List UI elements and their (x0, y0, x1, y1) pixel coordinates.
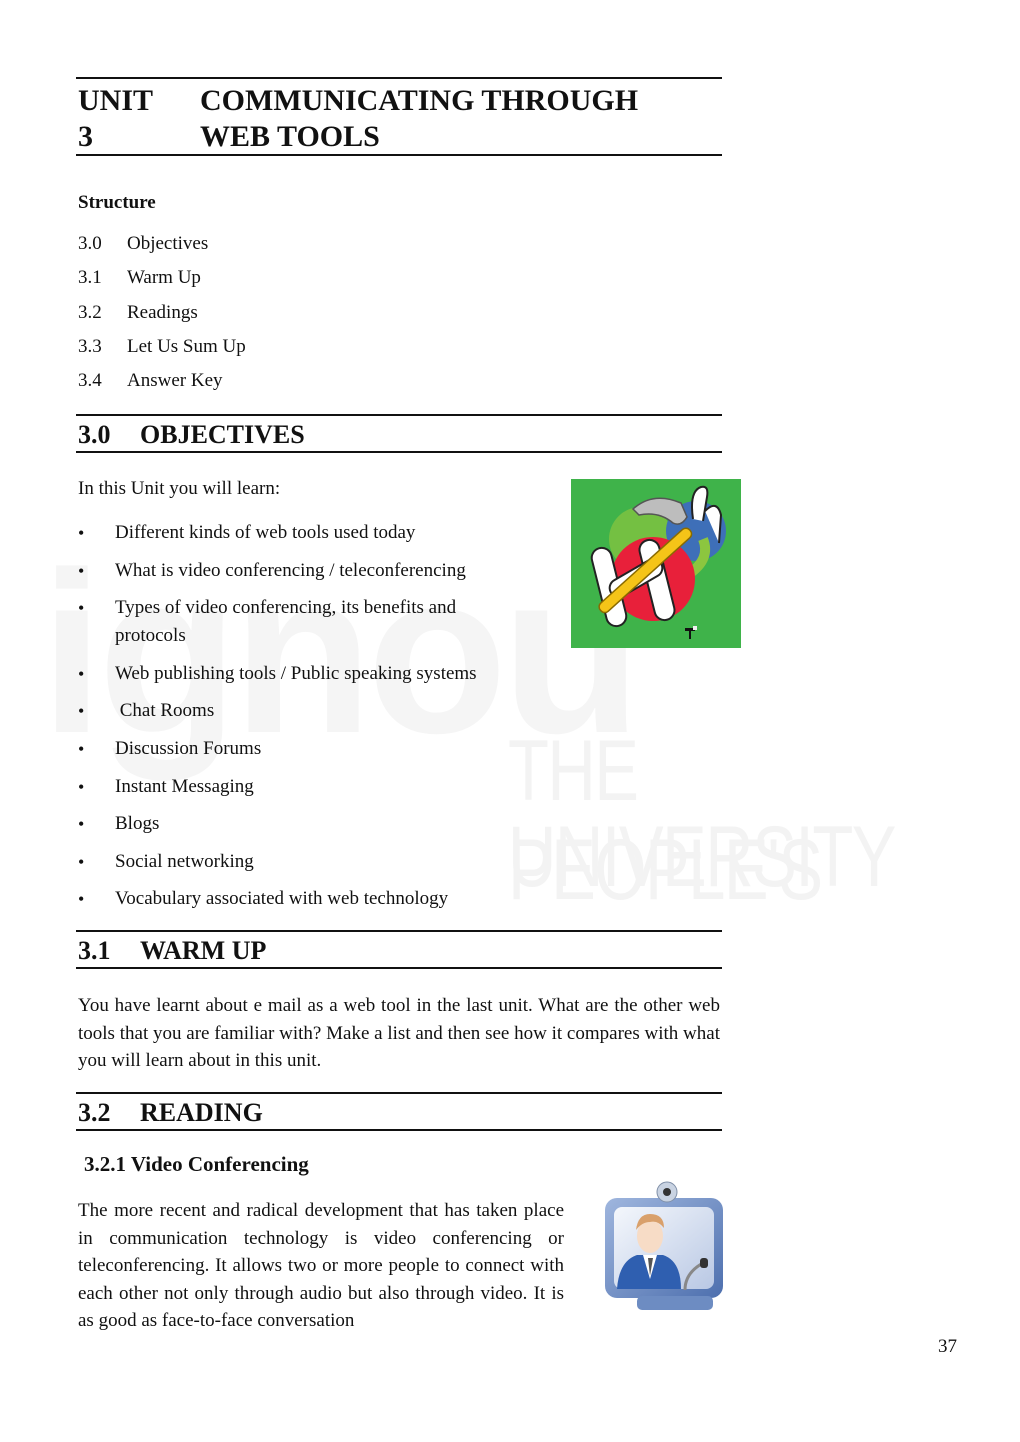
section-number: 3.0 (78, 420, 111, 449)
list-item: Web publishing tools / Public speaking s… (78, 660, 535, 688)
unit-number: UNIT 3 (78, 84, 153, 153)
video-conference-icon (605, 1181, 723, 1310)
divider (76, 930, 722, 932)
divider (76, 1129, 722, 1131)
watermark-line2: UNIVERSITY (508, 809, 897, 905)
reading-paragraph: The more recent and radical development … (78, 1200, 564, 1331)
toc-item-label: Readings (127, 301, 198, 323)
list-item: Discussion Forums (78, 735, 535, 763)
toc-item-number: 3.2 (78, 301, 102, 323)
list-item: What is video conferencing / teleconfere… (78, 557, 535, 585)
toc-item-label: Objectives (127, 233, 209, 254)
objectives-list: Different kinds of web tools used today … (78, 519, 535, 923)
divider (76, 414, 722, 416)
toc-item-label: Let Us Sum Up (127, 335, 246, 357)
watermark-line1: THE PEOPLE'S (508, 723, 823, 918)
section-title: OBJECTIVES (140, 420, 305, 449)
section-heading-warm-up: 3.1 WARM UP (78, 936, 266, 966)
toc-item-label: Warm Up (127, 267, 201, 289)
list-item: Social networking (78, 848, 535, 876)
list-item: Instant Messaging (78, 773, 535, 801)
list-item: Chat Rooms (78, 697, 535, 725)
toc-item-number: 3.4 (78, 370, 102, 392)
objectives-intro: In this Unit you will learn: (78, 478, 281, 499)
divider (76, 967, 722, 969)
section-title: READING (140, 1098, 263, 1127)
divider (76, 451, 722, 453)
toc-item-label: Answer Key (127, 370, 223, 392)
section-heading-reading: 3.2 READING (78, 1098, 263, 1128)
warm-up-paragraph: You have learnt about e mail as a web to… (78, 995, 720, 1071)
divider (76, 77, 722, 79)
list-item: Vocabulary associated with web technolog… (78, 885, 535, 913)
page-number: 37 (938, 1336, 957, 1357)
structure-heading: Structure (78, 192, 156, 213)
divider (76, 154, 722, 156)
divider (76, 1092, 722, 1094)
list-item: Different kinds of web tools used today (78, 519, 535, 547)
toc-item-number: 3.0 (78, 233, 102, 254)
list-item: Blogs (78, 810, 535, 838)
section-title: WARM UP (140, 936, 267, 965)
section-number: 3.1 (78, 936, 111, 965)
section-heading-objectives: 3.0 OBJECTIVES (78, 420, 305, 450)
list-item: Types of video conferencing, its benefit… (78, 594, 515, 650)
subsection-heading: 3.2.1 Video Conferencing (84, 1152, 309, 1176)
toc-item-number: 3.3 (78, 335, 102, 357)
video-conference-monitor (585, 1178, 725, 1318)
unit-title-line2: WEB TOOLS (200, 120, 380, 153)
web-tools-hammer-logo (571, 479, 741, 648)
toc-item-number: 3.1 (78, 267, 102, 289)
unit-title-line1: COMMUNICATING THROUGH (200, 84, 639, 117)
section-number: 3.2 (78, 1098, 111, 1127)
hammer-logo-icon (571, 479, 741, 648)
